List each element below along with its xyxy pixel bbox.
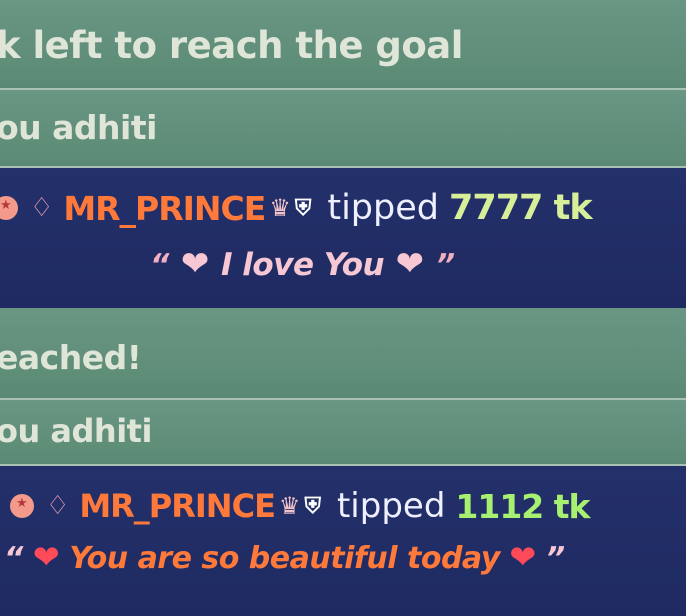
tip-action: tipped — [336, 486, 446, 526]
chat-message-system: ou adhiti — [0, 400, 686, 466]
gem-icon: ♢ — [30, 193, 54, 223]
system-message-text: eached! — [0, 338, 142, 377]
system-message-text: ou adhiti — [0, 412, 152, 450]
tip-message: “ ❤ I love You ❤ ” — [150, 244, 686, 284]
close-quote: ” — [545, 541, 566, 576]
close-quote: ” — [435, 248, 456, 283]
crown-icon: ♛ — [269, 194, 291, 222]
shield-icon: ⛨ — [304, 493, 321, 519]
username[interactable]: MR_PRINCE — [79, 487, 276, 525]
system-message-text: ou adhiti — [0, 108, 157, 147]
tip-header: ♢ MR_PRINCE ♛ ⛨ tipped 1112 tk — [0, 484, 590, 528]
system-message-text: k left to reach the goal — [0, 24, 463, 67]
chat-message-tip: ♢ MR_PRINCE ♛ ⛨ tipped 1112 tk “ ❤ You a… — [0, 466, 686, 616]
open-quote: “ — [150, 248, 170, 283]
username[interactable]: MR_PRINCE — [63, 189, 266, 228]
shield-icon: ⛨ — [294, 195, 312, 221]
gem-icon: ♢ — [46, 491, 70, 521]
tip-message-text: You are so beautiful today — [69, 541, 500, 576]
tip-header: ♢ MR_PRINCE ♛ ⛨ tipped 7777 tk — [0, 186, 593, 230]
heart-icon: ❤ — [32, 538, 60, 576]
tip-message: “ ❤ You are so beautiful today ❤ ” — [4, 538, 686, 576]
rank-badge-icon — [0, 196, 18, 220]
tip-action: tipped — [327, 188, 439, 228]
heart-icon: ❤ — [180, 244, 210, 284]
heart-icon: ❤ — [395, 244, 425, 284]
tip-amount: 1112 tk — [455, 486, 590, 526]
open-quote: “ — [4, 541, 24, 576]
chat-message-system: k left to reach the goal — [0, 0, 686, 90]
rank-badge-icon — [10, 494, 34, 518]
chat-message-system: ou adhiti — [0, 90, 686, 168]
chat-message-system: eached! — [0, 308, 686, 400]
chat-log: k left to reach the goal ou adhiti ♢ MR_… — [0, 0, 686, 616]
chat-message-tip: ♢ MR_PRINCE ♛ ⛨ tipped 7777 tk “ ❤ I lov… — [0, 168, 686, 308]
tip-message-text: I love You — [220, 247, 385, 283]
heart-icon: ❤ — [509, 538, 537, 576]
crown-icon: ♛ — [278, 492, 301, 520]
tip-amount: 7777 tk — [449, 188, 593, 228]
